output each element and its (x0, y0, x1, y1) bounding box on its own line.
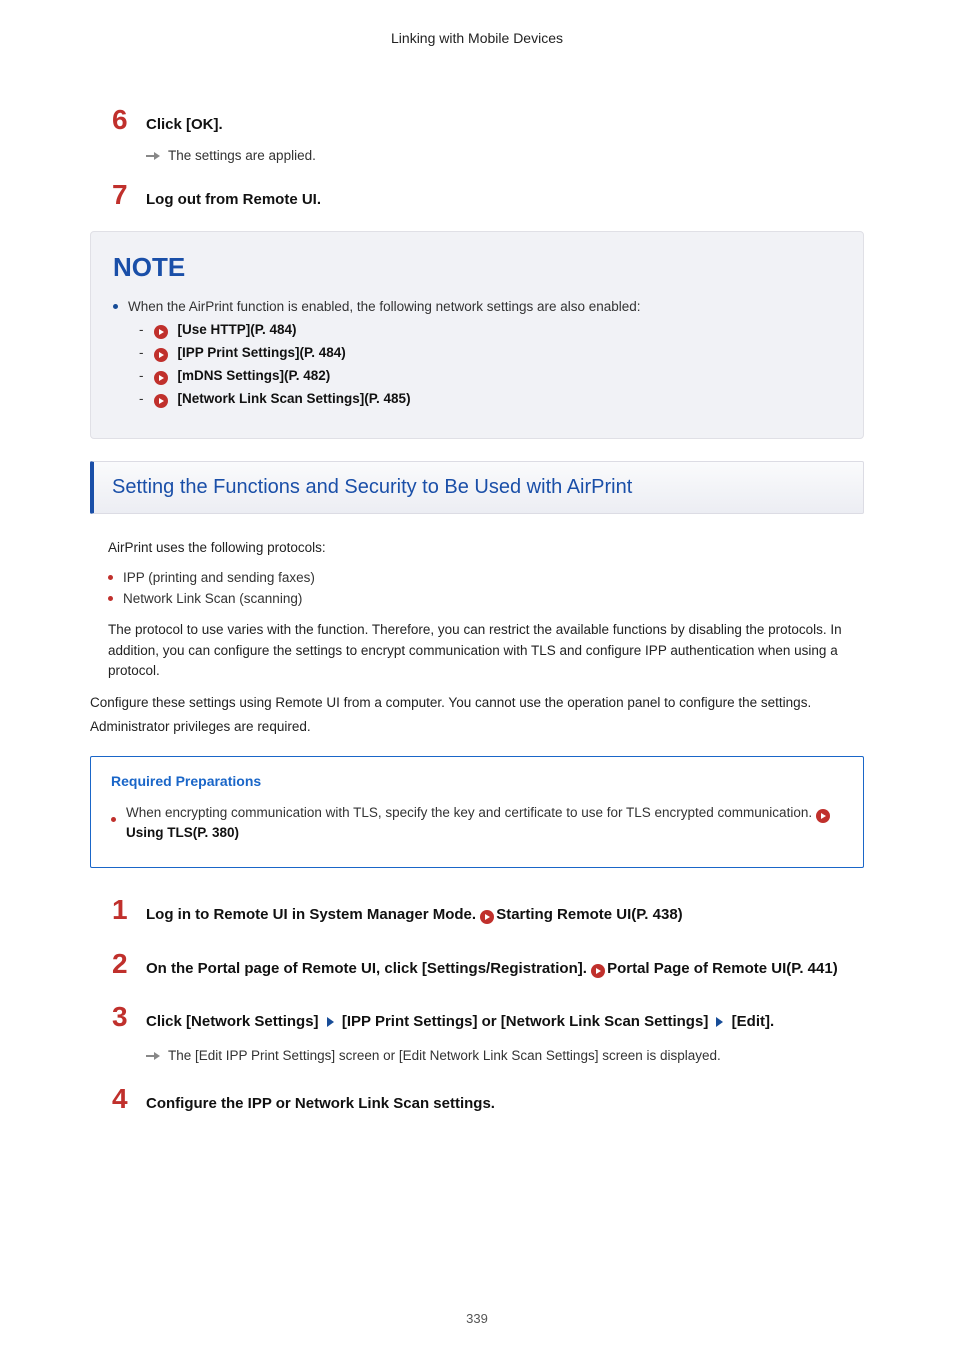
step-4: 4 Configure the IPP or Network Link Scan… (90, 1085, 864, 1113)
link-icon (154, 371, 168, 385)
prep-body: When encrypting communication with TLS, … (126, 803, 843, 844)
section-intro: AirPrint uses the following protocols: (108, 538, 864, 558)
step-3-subtext: The [Edit IPP Print Settings] screen or … (168, 1048, 721, 1063)
step-2: 2 On the Portal page of Remote UI, click… (90, 950, 864, 981)
section-para-1: The protocol to use varies with the func… (108, 620, 864, 681)
link-icon (480, 910, 494, 924)
page-header: Linking with Mobile Devices (90, 30, 864, 46)
step-1-title-text: Log in to Remote UI in System Manager Mo… (146, 906, 480, 923)
link-icon (154, 394, 168, 408)
section-para-3: Administrator privileges are required. (90, 717, 864, 737)
link-icon (154, 325, 168, 339)
step-3-part-a: Click [Network Settings] (146, 1013, 323, 1030)
bullet-icon (111, 817, 116, 822)
step-2-title: On the Portal page of Remote UI, click [… (146, 957, 838, 981)
section-heading-container: Setting the Functions and Security to Be… (90, 461, 864, 514)
step-3-part-c: [Edit]. (727, 1013, 774, 1030)
step-2-title-text: On the Portal page of Remote UI, click [… (146, 960, 591, 977)
step-number: 1 (112, 896, 132, 924)
step-number: 3 (112, 1003, 132, 1031)
link-mdns-settings[interactable]: [mDNS Settings](P. 482) (178, 368, 331, 383)
step-1: 1 Log in to Remote UI in System Manager … (90, 896, 864, 924)
step-3-title: Click [Network Settings] [IPP Print Sett… (146, 1010, 774, 1034)
link-network-link-scan-settings[interactable]: [Network Link Scan Settings](P. 485) (178, 391, 411, 406)
dash-icon: - (139, 322, 144, 337)
bullet-icon (108, 596, 113, 601)
note-lead: When the AirPrint function is enabled, t… (128, 299, 641, 314)
link-using-tls[interactable]: Using TLS(P. 380) (126, 825, 239, 840)
dash-icon: - (139, 368, 144, 383)
triangle-sep-icon (716, 1017, 723, 1027)
step-3: 3 Click [Network Settings] [IPP Print Se… (90, 1003, 864, 1063)
note-box: NOTE When the AirPrint function is enabl… (90, 231, 864, 439)
step-4-title: Configure the IPP or Network Link Scan s… (146, 1095, 495, 1112)
section-para-2: Configure these settings using Remote UI… (90, 693, 864, 713)
link-ipp-print-settings[interactable]: [IPP Print Settings](P. 484) (178, 345, 346, 360)
dash-icon: - (139, 391, 144, 406)
link-starting-remote-ui[interactable]: Starting Remote UI(P. 438) (496, 906, 682, 923)
bullet-icon (113, 304, 118, 309)
note-label: NOTE (113, 252, 841, 283)
result-arrow-icon (146, 151, 162, 161)
step-number: 2 (112, 950, 132, 978)
section-heading: Setting the Functions and Security to Be… (112, 476, 845, 499)
dash-icon: - (139, 345, 144, 360)
page-number: 339 (0, 1311, 954, 1326)
required-preparations-title: Required Preparations (111, 773, 843, 789)
link-icon (816, 809, 830, 823)
bullet-icon (108, 575, 113, 580)
step-number: 7 (112, 181, 132, 209)
step-6-title: Click [OK]. (146, 116, 223, 133)
link-icon (154, 348, 168, 362)
step-number: 4 (112, 1085, 132, 1113)
prep-body-text: When encrypting communication with TLS, … (126, 805, 816, 820)
link-portal-page-remote-ui[interactable]: Portal Page of Remote UI(P. 441) (607, 960, 838, 977)
link-use-http[interactable]: [Use HTTP](P. 484) (178, 322, 297, 337)
step-7: 7 Log out from Remote UI. (90, 181, 864, 209)
step-6-subtext: The settings are applied. (168, 148, 316, 163)
protocol-ipp: IPP (printing and sending faxes) (123, 570, 315, 585)
step-3-part-b: [IPP Print Settings] or [Network Link Sc… (338, 1013, 713, 1030)
step-1-title: Log in to Remote UI in System Manager Mo… (146, 906, 683, 923)
step-7-title: Log out from Remote UI. (146, 191, 321, 208)
triangle-sep-icon (327, 1017, 334, 1027)
step-number: 6 (112, 106, 132, 134)
step-6: 6 Click [OK]. The settings are applied. (90, 106, 864, 163)
protocol-network-link-scan: Network Link Scan (scanning) (123, 591, 302, 606)
required-preparations-box: Required Preparations When encrypting co… (90, 756, 864, 869)
result-arrow-icon (146, 1051, 162, 1061)
link-icon (591, 964, 605, 978)
